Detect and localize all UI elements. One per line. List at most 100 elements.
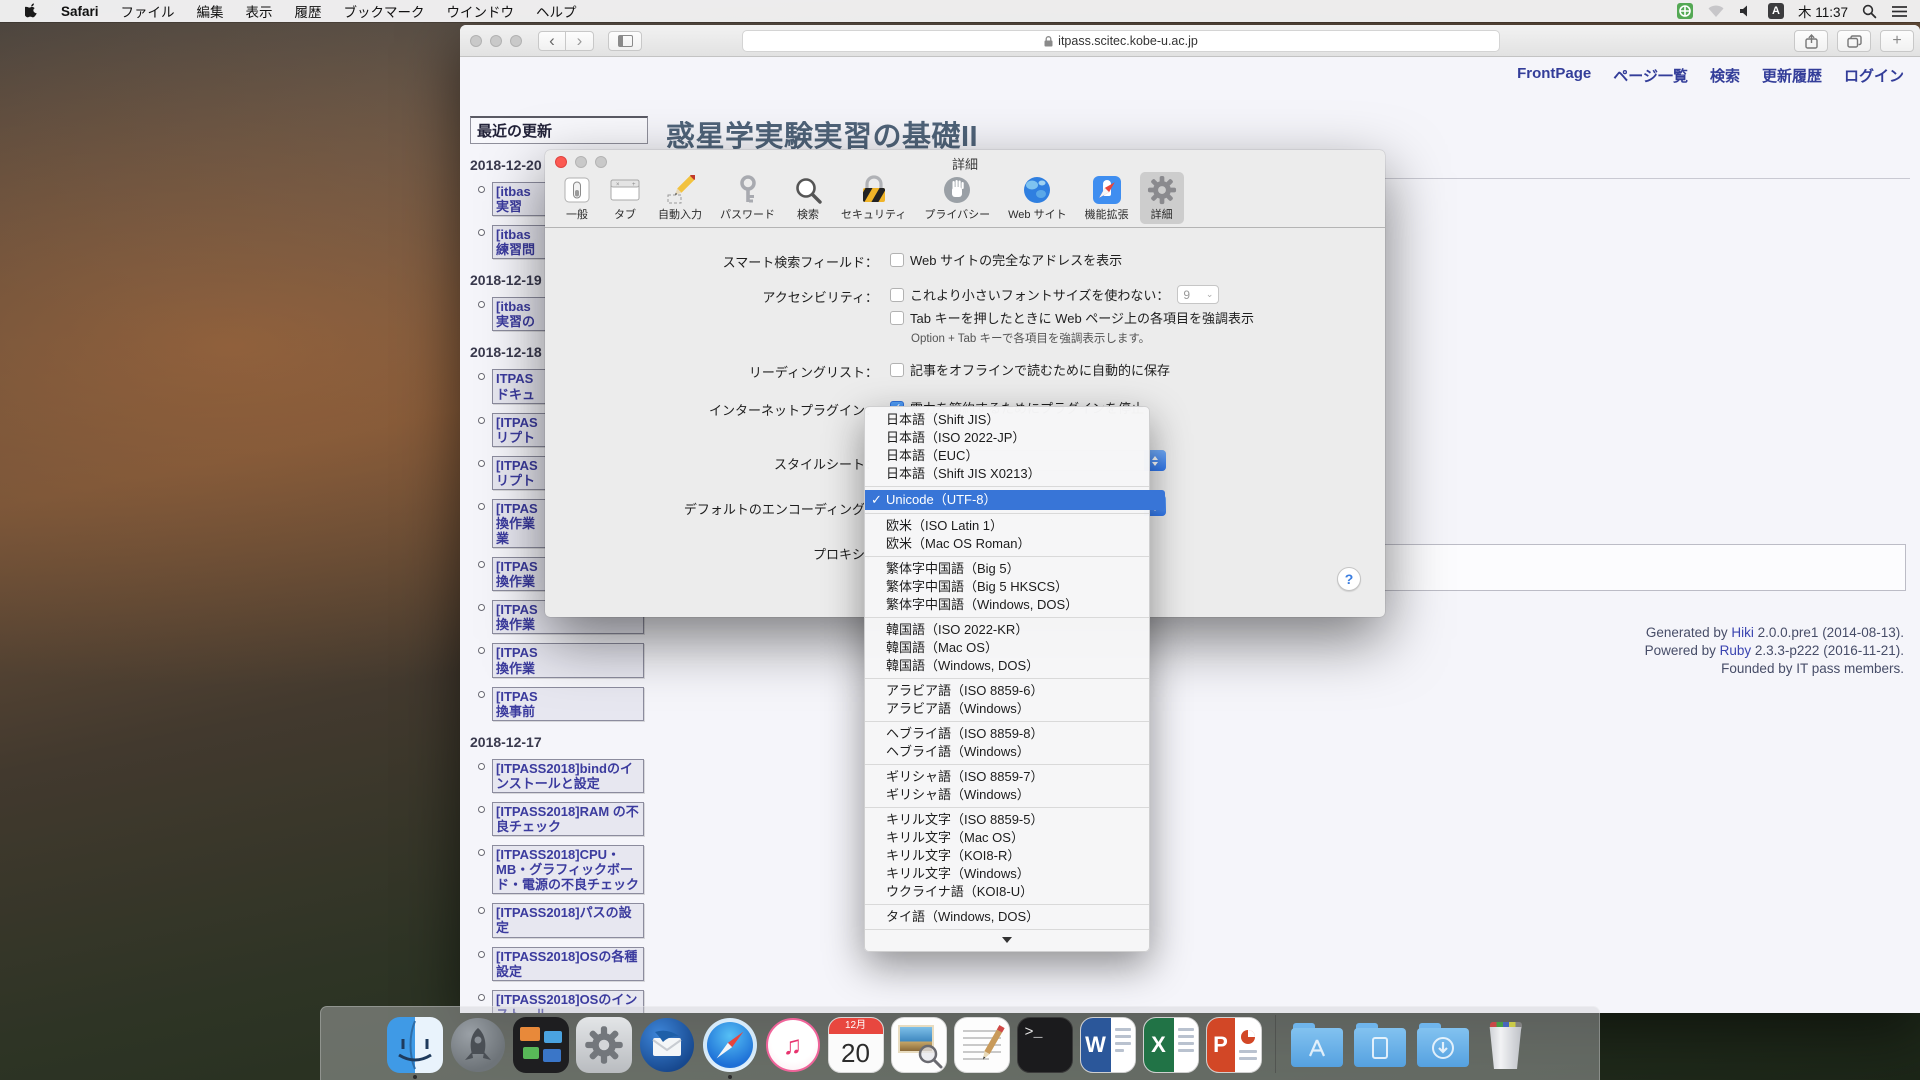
sidebar-toggle-button[interactable] [608, 31, 642, 51]
site-nav-page-list[interactable]: ページ一覧 [1613, 65, 1688, 86]
wiki-link[interactable]: [ITPASS2018]CPU・MB・グラフィックボード・電源の不良チェック [492, 845, 644, 894]
menu-item[interactable]: 日本語（Shift JIS X0213） [865, 465, 1149, 483]
preview-icon[interactable] [891, 1017, 947, 1073]
site-nav-frontpage[interactable]: FrontPage [1517, 65, 1591, 86]
tab-extensions[interactable]: 機能拡張 [1078, 172, 1136, 224]
menu-item[interactable]: 繁体字中国語（Windows, DOS） [865, 596, 1149, 614]
address-bar[interactable]: itpass.scitec.kobe-u.ac.jp [742, 30, 1500, 52]
menu-bar-clock[interactable]: 木 11:37 [1798, 1, 1848, 21]
menu-item[interactable]: 繁体字中国語（Big 5） [865, 560, 1149, 578]
menu-view[interactable]: 表示 [235, 0, 284, 22]
menu-item[interactable]: 日本語（ISO 2022-JP） [865, 429, 1149, 447]
word-icon[interactable]: W [1080, 1017, 1136, 1073]
menu-item[interactable]: タイ語（Windows, DOS） [865, 908, 1149, 926]
menu-item[interactable]: アラビア語（Windows） [865, 700, 1149, 718]
finder-icon[interactable] [387, 1017, 443, 1073]
menu-item[interactable]: 繁体字中国語（Big 5 HKSCS） [865, 578, 1149, 596]
wiki-link[interactable]: [ITPAS 換事前 [492, 687, 644, 721]
notification-center-icon[interactable] [1891, 5, 1908, 18]
site-nav-login[interactable]: ログイン [1844, 65, 1904, 86]
tab-advanced[interactable]: 詳細 [1140, 172, 1184, 224]
safari-icon[interactable] [702, 1017, 758, 1073]
menu-history[interactable]: 履歴 [284, 0, 333, 22]
wiki-link[interactable]: [ITPASS2018]bindのインストールと設定 [492, 759, 644, 793]
menu-item[interactable]: 欧米（Mac OS Roman） [865, 535, 1149, 553]
checkbox-tab-highlight[interactable] [890, 311, 904, 325]
tab-passwords[interactable]: パスワード [713, 172, 782, 224]
menu-edit[interactable]: 編集 [186, 0, 235, 22]
wiki-link[interactable]: [ITPASS2018]パスの設定 [492, 903, 644, 937]
menu-help[interactable]: ヘルプ [525, 0, 588, 22]
tab-websites[interactable]: Web サイト [1001, 172, 1073, 224]
spotlight-search-icon[interactable] [1862, 4, 1877, 19]
tab-security[interactable]: セキュリティ [834, 172, 913, 224]
tab-search[interactable]: 検索 [786, 172, 830, 224]
font-size-select[interactable]: 9⌄ [1177, 285, 1219, 304]
checkbox-min-font-size[interactable] [890, 288, 904, 302]
menu-item[interactable]: キリル文字（Mac OS） [865, 829, 1149, 847]
menu-item[interactable]: ギリシャ語（ISO 8859-7） [865, 768, 1149, 786]
menu-app-name[interactable]: Safari [50, 0, 110, 22]
documents-folder-icon[interactable] [1352, 1017, 1408, 1073]
back-button[interactable]: ‹ [538, 31, 566, 51]
menu-item[interactable]: 日本語（Shift JIS） [865, 411, 1149, 429]
tab-autofill[interactable]: 自動入力 [651, 172, 709, 224]
downloads-folder-icon[interactable] [1415, 1017, 1471, 1073]
menu-item[interactable]: 欧米（ISO Latin 1） [865, 517, 1149, 535]
menu-item[interactable]: アラビア語（ISO 8859-6） [865, 682, 1149, 700]
tab-tabs[interactable]: ×+ タブ [603, 172, 647, 224]
forward-button[interactable]: › [566, 31, 594, 51]
itunes-icon[interactable]: ♫ [765, 1017, 821, 1073]
tab-overview-button[interactable] [1837, 30, 1871, 52]
menu-item[interactable]: ヘブライ語（ISO 8859-8） [865, 725, 1149, 743]
menu-file[interactable]: ファイル [110, 0, 186, 22]
menu-item[interactable]: キリル文字（ISO 8859-5） [865, 811, 1149, 829]
wiki-link[interactable]: [ITPAS 換作業 [492, 643, 644, 677]
menu-item[interactable]: キリル文字（Windows） [865, 865, 1149, 883]
menu-window[interactable]: ウインドウ [436, 0, 526, 22]
share-button[interactable] [1794, 30, 1828, 52]
applications-folder-icon[interactable] [1289, 1017, 1345, 1073]
zoom-window-button[interactable] [510, 35, 522, 47]
new-tab-button[interactable]: + [1880, 30, 1914, 52]
hiki-link[interactable]: Hiki [1731, 625, 1754, 640]
menu-item[interactable]: 日本語（EUC） [865, 447, 1149, 465]
tab-general[interactable]: 一般 [555, 172, 599, 224]
volume-icon[interactable] [1739, 4, 1754, 18]
site-nav-history[interactable]: 更新履歴 [1762, 65, 1822, 86]
wifi-icon[interactable] [1707, 4, 1725, 18]
terminal-icon[interactable]: >_ [1017, 1017, 1073, 1073]
menu-item[interactable]: ウクライナ語（KOI8-U） [865, 883, 1149, 901]
wiki-link[interactable]: [ITPASS2018]OSの各種設定 [492, 947, 644, 981]
tab-privacy[interactable]: プライバシー [917, 172, 997, 224]
wiki-link[interactable]: [ITPASS2018]RAM の不良チェック [492, 802, 644, 836]
powerpoint-icon[interactable]: P [1206, 1017, 1262, 1073]
input-source-icon[interactable]: A [1768, 3, 1784, 19]
excel-icon[interactable]: X [1143, 1017, 1199, 1073]
trash-icon[interactable] [1478, 1017, 1534, 1073]
system-preferences-icon[interactable] [576, 1017, 632, 1073]
menu-bookmarks[interactable]: ブックマーク [333, 0, 436, 22]
help-button[interactable]: ? [1337, 567, 1361, 591]
thunderbird-icon[interactable] [639, 1017, 695, 1073]
checkbox-full-address[interactable] [890, 253, 904, 267]
textedit-icon[interactable] [954, 1017, 1010, 1073]
site-nav-search[interactable]: 検索 [1710, 65, 1740, 86]
mission-control-icon[interactable] [513, 1017, 569, 1073]
menu-item[interactable]: 韓国語（Windows, DOS） [865, 657, 1149, 675]
menu-item-selected[interactable]: ✓Unicode（UTF-8） [865, 490, 1165, 510]
menu-item[interactable]: 韓国語（Mac OS） [865, 639, 1149, 657]
checkbox-offline-save[interactable] [890, 363, 904, 377]
menu-item[interactable]: キリル文字（KOI8-R） [865, 847, 1149, 865]
app-green-icon[interactable] [1677, 3, 1693, 19]
ruby-link[interactable]: Ruby [1720, 643, 1752, 658]
menu-item[interactable]: 韓国語（ISO 2022-KR） [865, 621, 1149, 639]
menu-item[interactable]: ギリシャ語（Windows） [865, 786, 1149, 804]
close-window-button[interactable] [470, 35, 482, 47]
calendar-icon[interactable]: 12月20 [828, 1017, 884, 1073]
launchpad-icon[interactable] [450, 1017, 506, 1073]
apple-menu[interactable] [14, 0, 50, 22]
minimize-window-button[interactable] [490, 35, 502, 47]
menu-item[interactable]: ヘブライ語（Windows） [865, 743, 1149, 761]
menu-scroll-down[interactable] [865, 933, 1149, 947]
